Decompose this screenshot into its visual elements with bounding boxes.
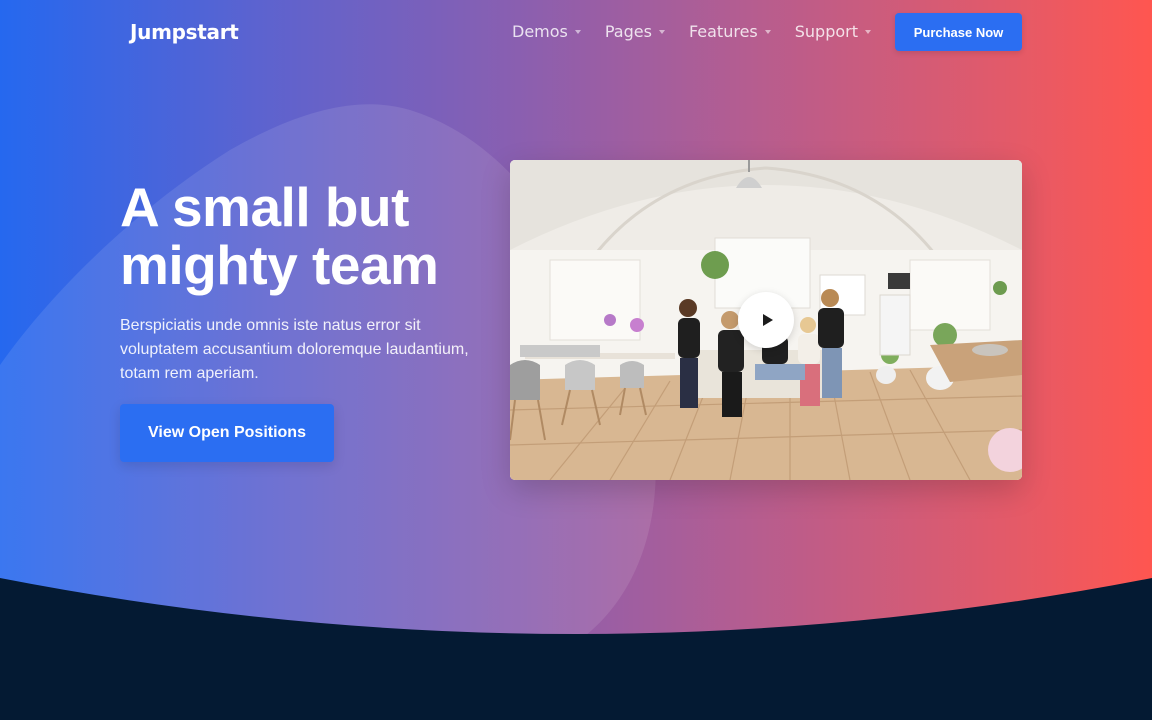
- hero-description: Berspiciatis unde omnis iste natus error…: [120, 317, 469, 382]
- play-button[interactable]: [738, 292, 794, 348]
- caret-down-icon: [764, 29, 771, 34]
- nav-item-label: Support: [794, 22, 858, 41]
- nav-item-support[interactable]: Support: [795, 22, 871, 41]
- caret-down-icon: [574, 29, 581, 34]
- nav-item-label: Demos: [512, 22, 568, 41]
- nav-item-label: Pages: [604, 22, 652, 41]
- purchase-now-button[interactable]: Purchase Now: [895, 13, 1022, 51]
- view-open-positions-button[interactable]: View Open Positions: [120, 404, 334, 462]
- nav-item-label: Features: [688, 22, 758, 41]
- top-navbar: Jumpstart Demos Pages Features Support P…: [0, 0, 1152, 64]
- page-title: A small but mighty team: [120, 176, 439, 296]
- nav-item-demos[interactable]: Demos: [512, 22, 581, 41]
- nav-menu: Demos Pages Features Support: [512, 22, 895, 41]
- brand-logo[interactable]: Jumpstart: [130, 20, 239, 44]
- team-video-card[interactable]: [510, 160, 1022, 480]
- play-icon: [762, 314, 773, 326]
- caret-down-icon: [865, 29, 871, 34]
- nav-item-pages[interactable]: Pages: [605, 22, 665, 41]
- hero-section: Jumpstart Demos Pages Features Support P…: [0, 0, 1152, 720]
- caret-down-icon: [658, 29, 665, 34]
- nav-item-features[interactable]: Features: [689, 22, 771, 41]
